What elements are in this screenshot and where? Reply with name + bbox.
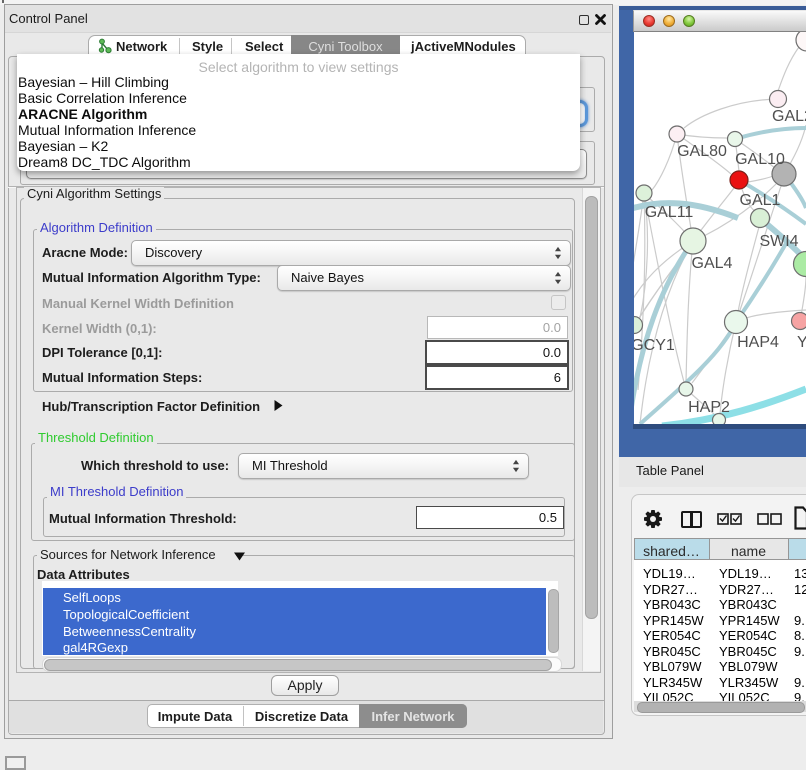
svg-text:GCY1: GCY1: [634, 337, 675, 354]
svg-text:HAP4: HAP4: [737, 334, 779, 351]
svg-text:GAL4: GAL4: [692, 255, 733, 272]
svg-text:Y: Y: [797, 334, 806, 351]
svg-text:GAL2: GAL2: [772, 108, 806, 125]
svg-text:GAL10: GAL10: [735, 151, 785, 168]
svg-text:GAL11: GAL11: [645, 204, 694, 221]
svg-text:GAL1: GAL1: [740, 192, 781, 209]
svg-text:SWI4: SWI4: [759, 233, 798, 250]
svg-text:GAL80: GAL80: [677, 143, 727, 160]
svg-text:HAP2: HAP2: [688, 399, 730, 416]
